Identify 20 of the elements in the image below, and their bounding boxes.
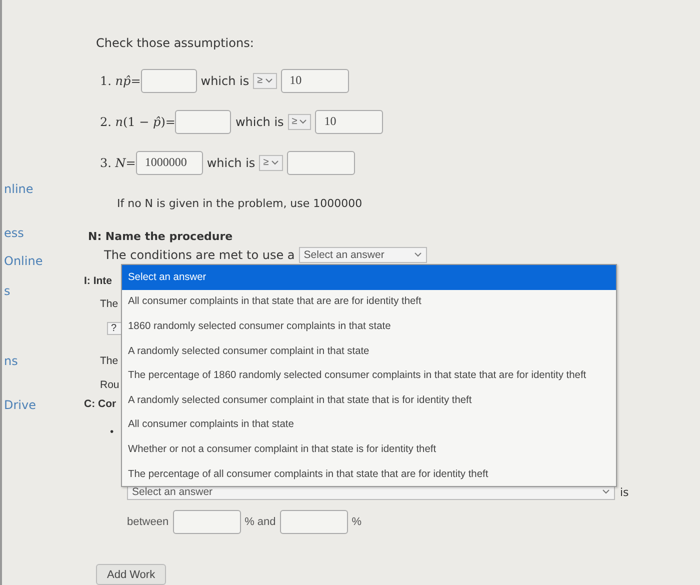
which-is-text: which is [200,74,250,88]
bullet-mark: • [110,426,114,438]
which-is-text: which is [235,114,284,128]
formula-label: 2. n(1 − p̂)= [100,114,176,128]
note-text: If no N is given in the problem, use 1000000 [116,197,364,210]
section-heading: I: Inte [84,275,112,287]
between-text: between [127,516,169,528]
section-title: Check those assumptions: [96,36,255,50]
sentence-text: The [100,355,118,367]
sentence-text: The [100,298,118,310]
section-heading: C: Cor [84,398,116,410]
percent-text: % [352,516,362,528]
which-is-text: which is [206,156,256,170]
section-heading: N: Name the procedure [88,230,234,243]
is-text: is [620,486,629,499]
percent-and-text: % and [244,516,276,528]
sentence-text: Rou [100,379,120,391]
sentence-text: The conditions are met to use a [104,248,295,262]
formula-label: 3. N= [100,156,136,170]
formula-label: 1. np̂= [100,74,141,88]
